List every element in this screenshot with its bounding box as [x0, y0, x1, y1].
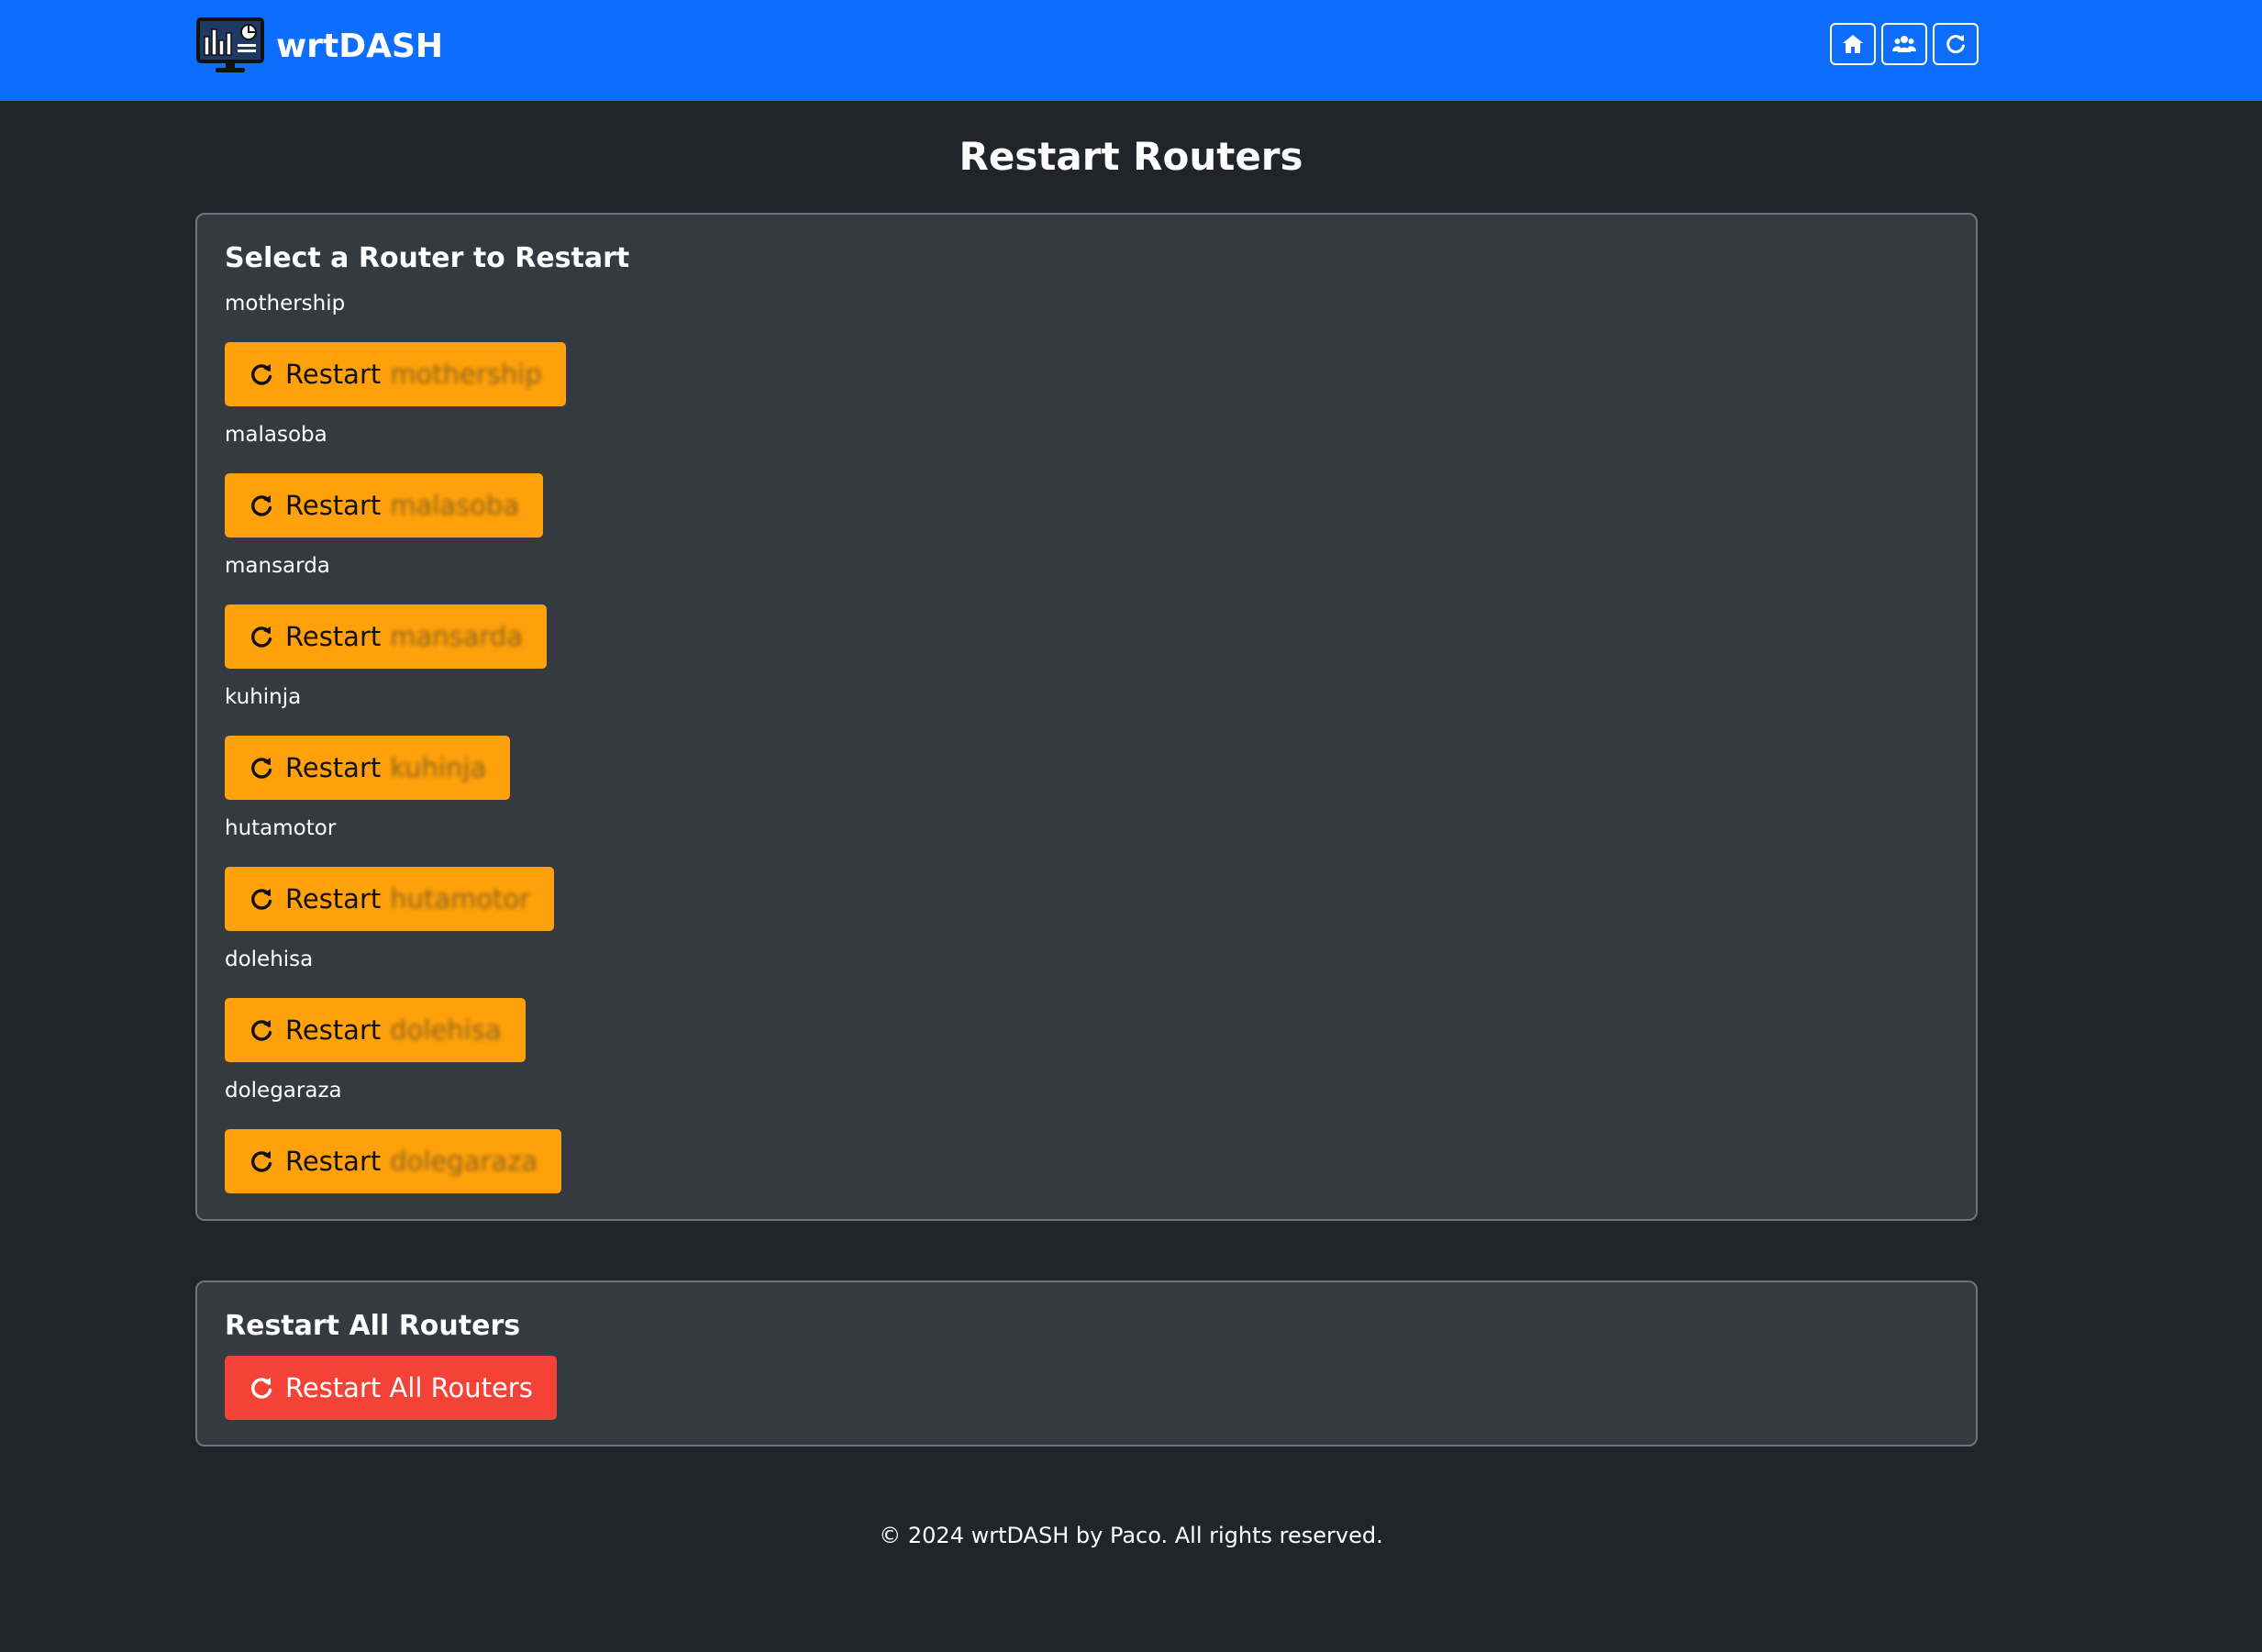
router-item: malasoba Restart malasoba	[225, 421, 544, 538]
restart-router-button[interactable]: Restart mansarda	[225, 604, 548, 669]
top-navbar: wrtDASH	[0, 0, 2262, 101]
router-item: dolegaraza Restart dolegaraza	[225, 1077, 562, 1193]
restart-router-button[interactable]: Restart hutamotor	[225, 867, 555, 931]
router-name-masked: kuhinja	[390, 752, 487, 783]
refresh-icon	[249, 1017, 285, 1043]
restart-router-button[interactable]: Restart mothership	[225, 342, 566, 406]
refresh-icon	[1944, 32, 1968, 56]
home-button[interactable]	[1830, 23, 1876, 65]
refresh-icon	[249, 361, 285, 387]
restart-router-button[interactable]: Restart malasoba	[225, 473, 544, 538]
restart-label: Restart	[285, 490, 382, 521]
router-name-masked: mothership	[390, 359, 542, 390]
brand[interactable]: wrtDASH	[195, 17, 443, 75]
brand-name: wrtDASH	[276, 27, 444, 65]
router-item: kuhinja Restart kuhinja	[225, 683, 511, 800]
restart-router-button[interactable]: Restart dolehisa	[225, 998, 526, 1062]
refresh-icon	[249, 624, 285, 649]
restart-label: Restart	[285, 359, 382, 390]
users-icon	[1892, 32, 1916, 56]
header-actions	[1830, 23, 1979, 65]
refresh-icon	[249, 886, 285, 912]
restart-router-button[interactable]: Restart kuhinja	[225, 736, 511, 800]
card-title: Select a Router to Restart	[225, 242, 630, 274]
router-name: hutamotor	[225, 816, 337, 840]
users-button[interactable]	[1881, 23, 1927, 65]
card-title: Restart All Routers	[225, 1310, 521, 1342]
restart-all-label: Restart All Routers	[285, 1372, 533, 1403]
restart-label: Restart	[285, 621, 382, 652]
router-restart-card: Select a Router to Restart mothership Res…	[195, 213, 1978, 1221]
home-icon	[1841, 32, 1865, 56]
restart-router-button[interactable]: Restart dolegaraza	[225, 1129, 562, 1193]
refresh-icon	[249, 493, 285, 518]
restart-label: Restart	[285, 1146, 382, 1177]
monitor-dashboard-icon	[195, 17, 265, 75]
router-name: mansarda	[225, 554, 330, 578]
refresh-button[interactable]	[1933, 23, 1979, 65]
router-name-masked: mansarda	[390, 621, 524, 652]
router-name: dolehisa	[225, 948, 314, 971]
restart-all-button[interactable]: Restart All Routers	[225, 1356, 557, 1420]
footer-copyright: © 2024 wrtDASH by Paco. All rights reser…	[879, 1523, 1383, 1548]
router-name: mothership	[225, 292, 346, 316]
router-name-masked: malasoba	[390, 490, 520, 521]
router-item: mothership Restart mothership	[225, 290, 566, 406]
router-name-masked: dolehisa	[390, 1014, 502, 1046]
router-name: malasoba	[225, 423, 327, 447]
refresh-icon	[249, 1375, 285, 1401]
router-name: dolegaraza	[225, 1079, 342, 1103]
refresh-icon	[249, 1148, 285, 1174]
refresh-icon	[249, 755, 285, 781]
router-item: hutamotor Restart hutamotor	[225, 815, 555, 931]
router-name-masked: dolegaraza	[390, 1146, 538, 1177]
router-item: dolehisa Restart dolehisa	[225, 946, 526, 1062]
page-title: Restart Routers	[959, 134, 1303, 179]
router-name-masked: hutamotor	[390, 883, 531, 915]
router-name: kuhinja	[225, 685, 302, 709]
router-item: mansarda Restart mansarda	[225, 552, 548, 669]
restart-all-card: Restart All Routers Restart All Routers	[195, 1281, 1978, 1447]
restart-label: Restart	[285, 1014, 382, 1046]
restart-label: Restart	[285, 752, 382, 783]
restart-label: Restart	[285, 883, 382, 915]
